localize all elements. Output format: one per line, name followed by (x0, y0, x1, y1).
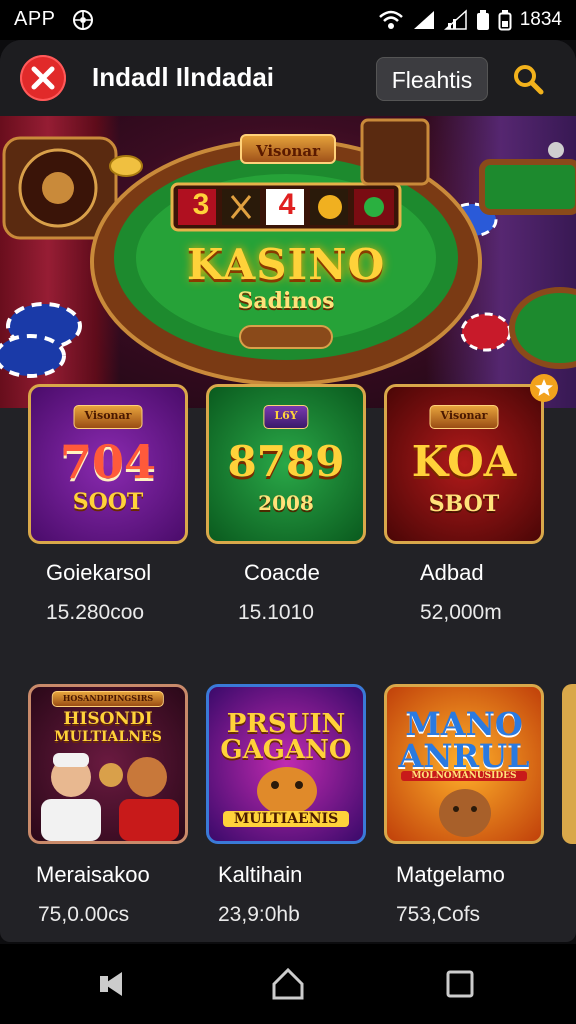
signal-icon (413, 11, 434, 29)
tile-banner: MULTIAENIS (223, 811, 349, 827)
tile-plaque: HOSANDIPINGSIRS (51, 691, 165, 707)
game-tile-partial[interactable] (562, 684, 576, 844)
chip-red (460, 312, 512, 352)
close-icon (31, 66, 55, 90)
tile-plaque: Visonar (73, 405, 143, 429)
status-app-label: APP (14, 8, 56, 30)
battery-outline-icon (498, 10, 512, 31)
page-title: Indadl Ilndadai (92, 62, 275, 92)
game-value: 23,9:0hb (218, 903, 300, 926)
tile-plaque: Visonar (429, 405, 499, 429)
characters-illustration (41, 753, 179, 841)
game-value: 75,0.00cs (38, 903, 130, 926)
wifi-icon (378, 10, 403, 29)
hero-banner[interactable]: Visonar 3 4 KASINO Sadinos (0, 116, 576, 408)
game-name[interactable]: Matgelamo (396, 862, 505, 888)
tile-title: 704 (59, 435, 157, 489)
tile-subtitle: SOOT (72, 489, 144, 515)
lion-illustration (439, 789, 491, 837)
tile-subtitle: 2008 (258, 491, 314, 515)
tile-title: HISONDI (63, 709, 153, 729)
game-value: 753,Cofs (396, 903, 481, 926)
hero-title: KASINO (186, 240, 386, 289)
signal-weak-icon (443, 9, 467, 30)
app-window: Indadl Ilndadai Fleahtis Visonar 3 4 KAS… (0, 40, 576, 942)
status-time: 1834 (519, 9, 562, 30)
ball-icon (73, 10, 93, 30)
search-icon[interactable] (510, 61, 546, 97)
navigation-bar (0, 944, 576, 1024)
tile-plaque: L6Y (263, 405, 309, 429)
gold-coin (109, 155, 143, 177)
app-header: Indadl Ilndadai Fleahtis (0, 40, 576, 116)
header-action-button[interactable]: Fleahtis (376, 57, 488, 101)
recents-icon[interactable] (442, 966, 478, 1002)
game-name[interactable]: Kaltihain (218, 862, 302, 888)
roulette-wheel-left (2, 136, 118, 240)
game-tile-3[interactable]: Visonar KOA SBOT (384, 384, 544, 544)
hero-plaque: Visonar (240, 134, 336, 164)
tile-subtitle: MULTIALNES (54, 729, 162, 745)
home-icon[interactable] (270, 966, 306, 1002)
game-tile-6[interactable]: MANO ANRUL MOLNOMANUSIDES (384, 684, 544, 844)
game-tile-1[interactable]: Visonar 704 SOOT (28, 384, 188, 544)
tile-title: KOA (411, 437, 517, 486)
back-icon[interactable] (96, 966, 132, 1002)
game-tile-5[interactable]: PRSUIN GAGANO MULTIAENIS (206, 684, 366, 844)
game-value: 15.280coo (46, 601, 145, 624)
game-name[interactable]: Goiekarsol (46, 560, 151, 586)
star-badge-icon (530, 374, 558, 402)
tiger-illustration (257, 767, 317, 815)
reel-symbol-1: 3 (192, 188, 210, 221)
game-value: 15.1010 (238, 601, 314, 624)
battery-icon (476, 10, 489, 30)
hero-subtitle: Sadinos (237, 288, 335, 314)
tile-subtitle: SBOT (428, 491, 500, 517)
status-bar: APP 1834 (0, 0, 576, 40)
game-tile-4[interactable]: HOSANDIPINGSIRS HISONDI MULTIALNES (28, 684, 188, 844)
chip-stack-left (0, 302, 82, 378)
game-name[interactable]: Coacde (244, 560, 320, 586)
status-icons: 1834 (378, 6, 562, 34)
game-name[interactable]: Adbad (420, 560, 484, 586)
game-value: 52,000m (420, 601, 502, 624)
reel-symbol-3: 4 (278, 188, 296, 221)
game-name[interactable]: Meraisakoo (36, 862, 150, 888)
tile-title: 8789 (227, 437, 345, 486)
game-tile-2[interactable]: L6Y 8789 2008 (206, 384, 366, 544)
close-button[interactable] (20, 55, 66, 101)
tile-banner: MOLNOMANUSIDES (401, 771, 527, 781)
tile-subtitle: ANRUL (398, 737, 530, 775)
